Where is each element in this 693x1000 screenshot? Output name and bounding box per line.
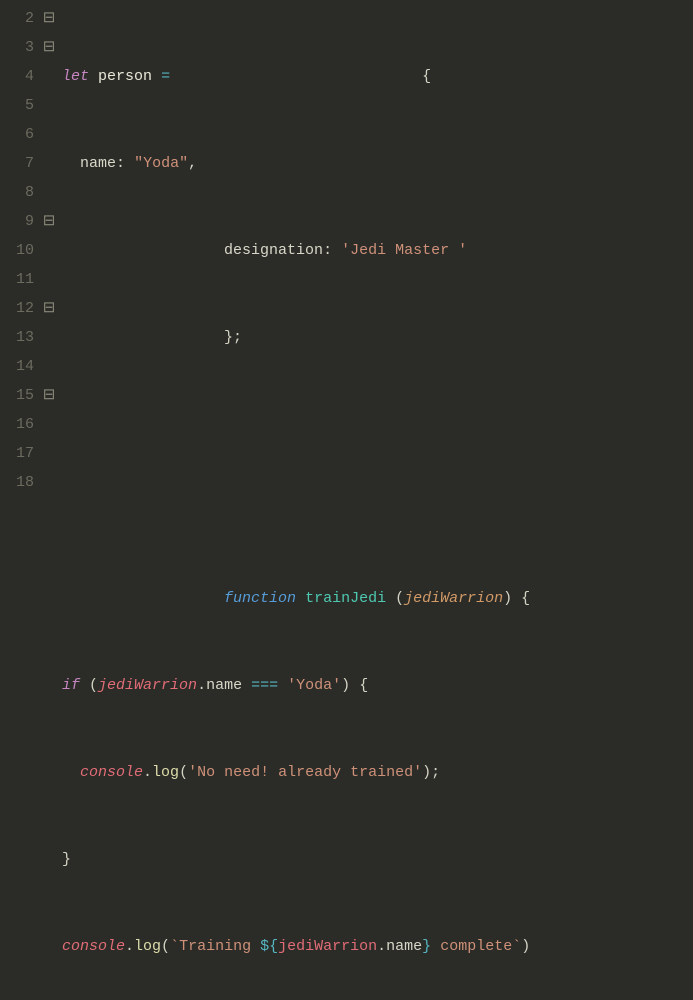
code-line[interactable]: [62, 497, 693, 526]
line-number: 12: [0, 294, 34, 323]
fold-column: ⊟ ⊟ ⊟ ⊟ ⊟: [40, 0, 58, 500]
line-number: 8: [0, 178, 34, 207]
fold-toggle[interactable]: ⊟: [40, 33, 58, 62]
line-number: 16: [0, 410, 34, 439]
code-line[interactable]: designation: 'Jedi Master ': [62, 236, 693, 265]
code-line[interactable]: if (jediWarrion.name === 'Yoda') {: [62, 671, 693, 700]
line-number: 2: [0, 4, 34, 33]
line-number: 15: [0, 381, 34, 410]
code-line[interactable]: [62, 410, 693, 439]
line-number: 10: [0, 236, 34, 265]
code-line[interactable]: function trainJedi (jediWarrion) {: [62, 584, 693, 613]
line-number: 17: [0, 439, 34, 468]
line-number: 7: [0, 149, 34, 178]
line-number: 6: [0, 120, 34, 149]
line-number: 11: [0, 265, 34, 294]
code-line[interactable]: console.log(`Training ${jediWarrion.name…: [62, 932, 693, 961]
code-line[interactable]: }: [62, 845, 693, 874]
fold-toggle[interactable]: ⊟: [40, 294, 58, 323]
line-number: 14: [0, 352, 34, 381]
line-number-gutter: 2 3 4 5 6 7 8 9 10 11 12 13 14 15 16 17 …: [0, 0, 40, 500]
code-editor: 2 3 4 5 6 7 8 9 10 11 12 13 14 15 16 17 …: [0, 0, 693, 500]
line-number: 18: [0, 468, 34, 497]
code-line[interactable]: console.log('No need! already trained');: [62, 758, 693, 787]
line-number: 3: [0, 33, 34, 62]
code-line[interactable]: };: [62, 323, 693, 352]
code-line[interactable]: let person = {: [62, 62, 693, 91]
line-number: 9: [0, 207, 34, 236]
fold-toggle[interactable]: ⊟: [40, 4, 58, 33]
line-number: 5: [0, 91, 34, 120]
line-number: 4: [0, 62, 34, 91]
line-number: 13: [0, 323, 34, 352]
code-area[interactable]: let person = { name: "Yoda", designation…: [58, 0, 693, 500]
fold-toggle[interactable]: ⊟: [40, 207, 58, 236]
fold-toggle[interactable]: ⊟: [40, 381, 58, 410]
code-line[interactable]: name: "Yoda",: [62, 149, 693, 178]
